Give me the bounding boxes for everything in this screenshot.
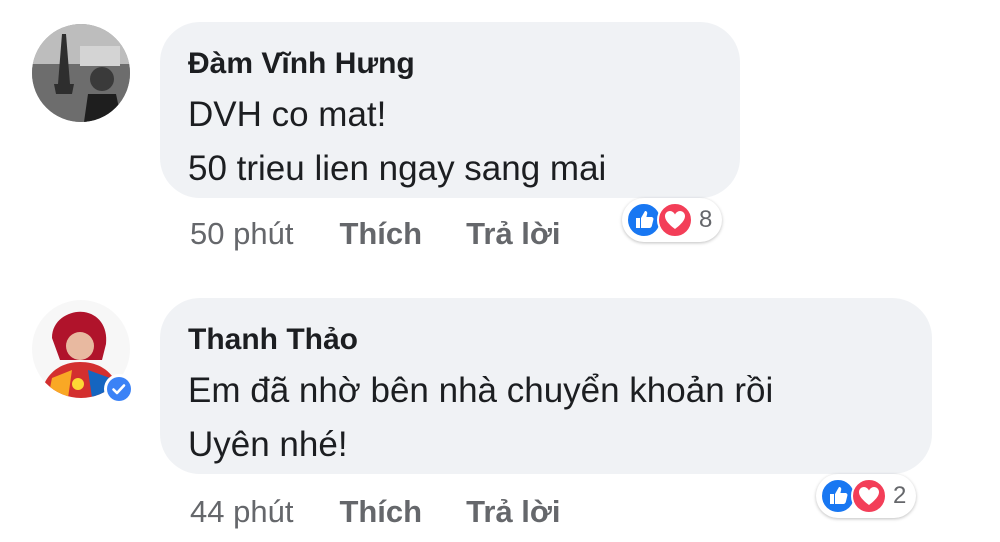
comment-author[interactable]: Đàm Vĩnh Hưng <box>188 46 710 82</box>
comment-text-line: Em đã nhờ bên nhà chuyển khoản rồi <box>188 371 774 410</box>
comment-author[interactable]: Thanh Thảo <box>188 322 902 358</box>
love-icon <box>851 478 887 514</box>
reply-button[interactable]: Trả lời <box>466 216 560 252</box>
verified-badge <box>104 374 134 404</box>
reactions-summary[interactable]: 2 <box>816 474 917 518</box>
reactions-summary[interactable]: 8 <box>622 198 723 242</box>
comment-text: Em đã nhờ bên nhà chuyển khoản rồi Uyên … <box>188 364 902 472</box>
like-button[interactable]: Thích <box>339 494 422 530</box>
comment-time[interactable]: 50 phút <box>190 216 293 252</box>
comment-time[interactable]: 44 phút <box>190 494 293 530</box>
comment-text: DVH co mat! 50 trieu lien ngay sang mai <box>188 88 710 196</box>
like-button[interactable]: Thích <box>339 216 422 252</box>
comment-text-line: Uyên nhé! <box>188 425 348 464</box>
reply-button[interactable]: Trả lời <box>466 494 560 530</box>
avatar[interactable] <box>32 24 130 122</box>
comment-bubble: Đàm Vĩnh Hưng DVH co mat! 50 trieu lien … <box>160 22 740 198</box>
verified-icon <box>107 377 131 401</box>
comment-text-line: 50 trieu lien ngay sang mai <box>188 149 607 188</box>
comment-text-line: DVH co mat! <box>188 95 387 134</box>
reaction-count: 8 <box>699 206 713 233</box>
reaction-count: 2 <box>893 482 907 509</box>
comment-meta: 50 phút Thích Trả lời <box>190 216 605 252</box>
comment-bubble: Thanh Thảo Em đã nhờ bên nhà chuyển khoả… <box>160 298 932 474</box>
comment-meta: 44 phút Thích Trả lời <box>190 494 605 530</box>
love-icon <box>657 202 693 238</box>
